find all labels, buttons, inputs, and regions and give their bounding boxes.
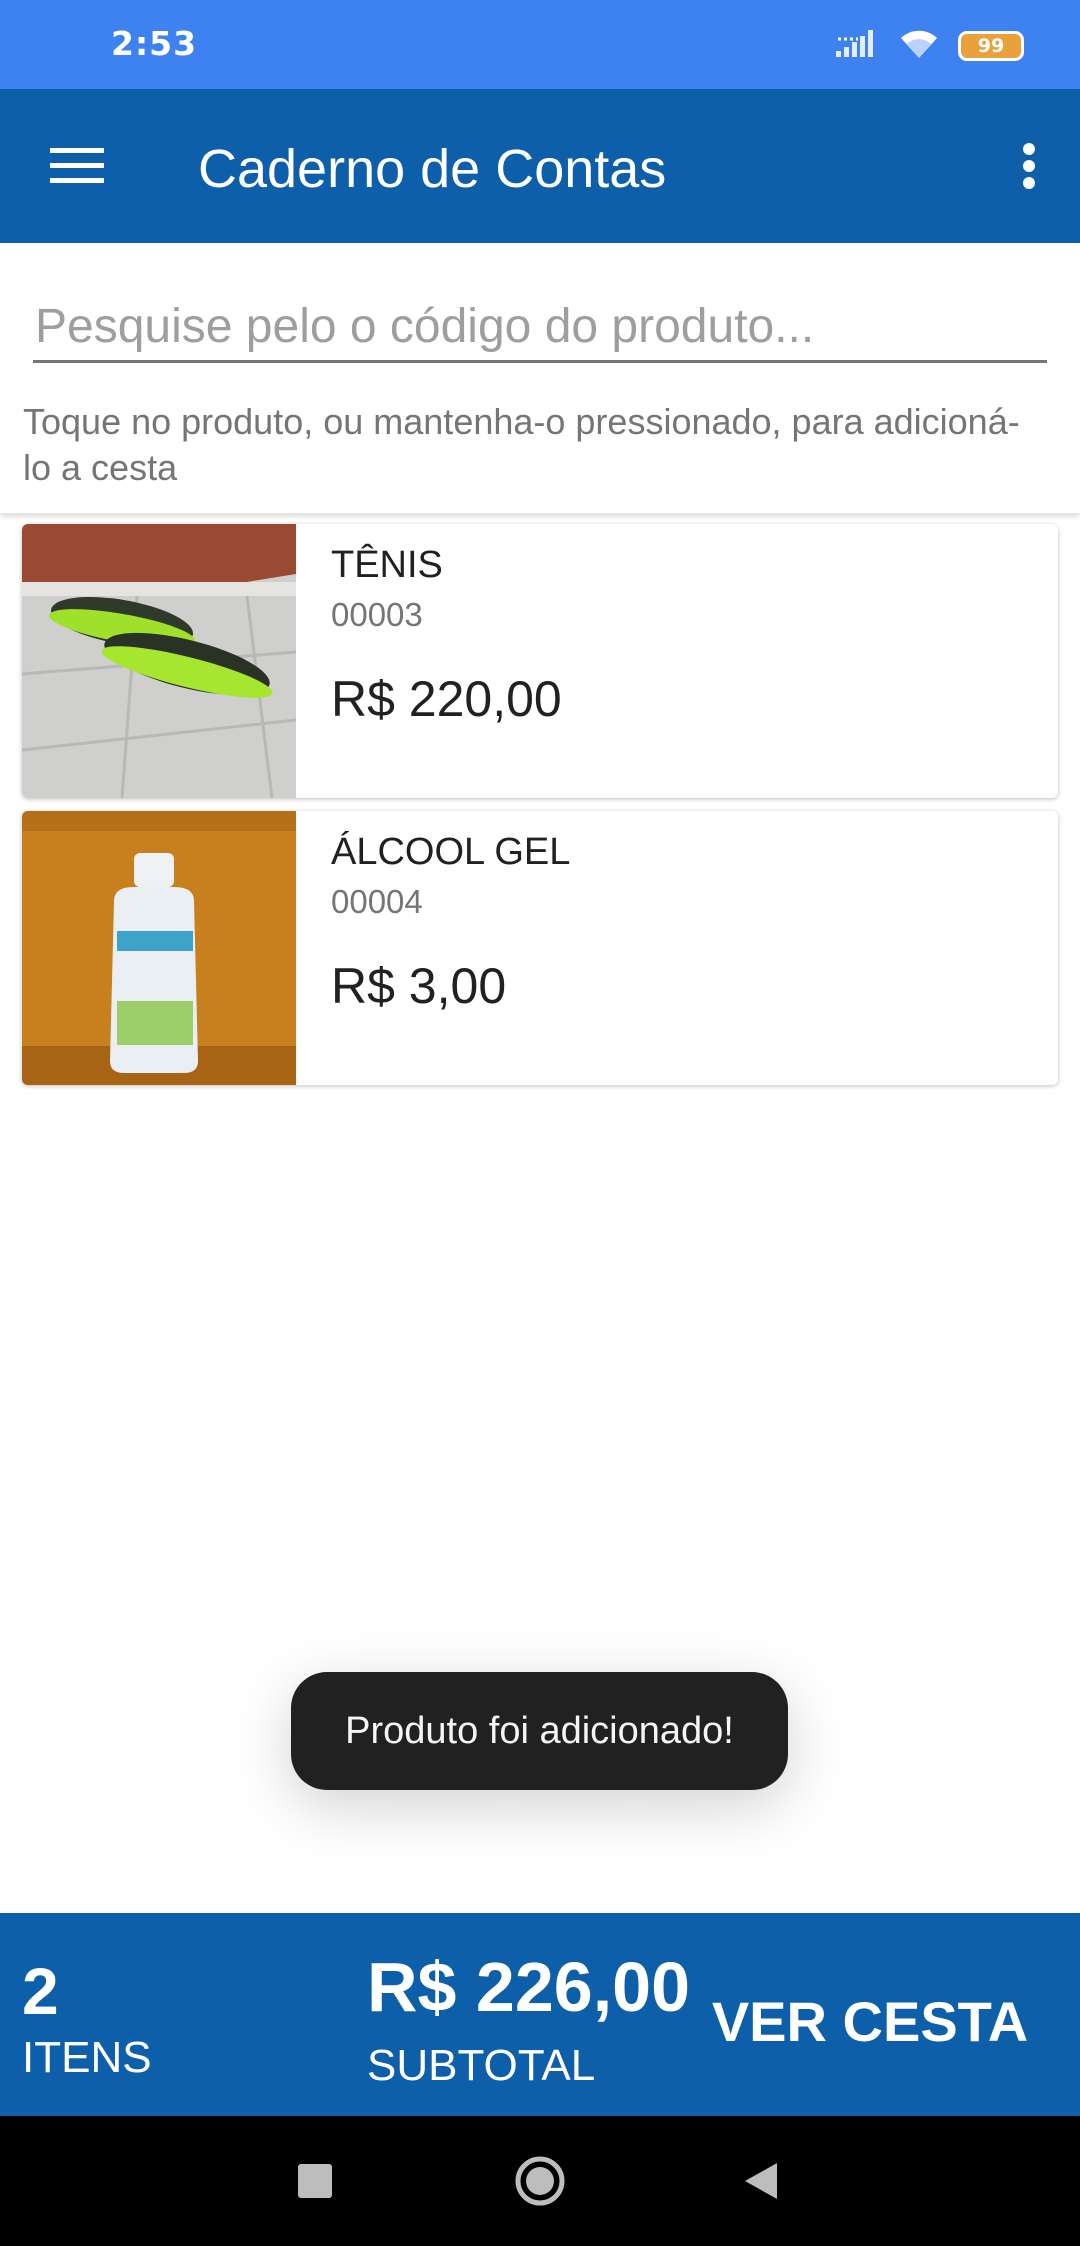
wifi-icon — [898, 28, 940, 65]
toast-message: Produto foi adicionado! — [291, 1672, 788, 1790]
product-code: 00004 — [331, 883, 423, 920]
hint-text: Toque no produto, ou mantenha-o pression… — [23, 401, 1020, 488]
app-bar: Caderno de Contas — [0, 89, 1080, 243]
status-icons: 99 — [836, 26, 1024, 66]
signal-icon — [836, 29, 880, 64]
product-price: R$ 3,00 — [331, 958, 507, 1014]
product-name: TÊNIS — [331, 544, 443, 586]
more-vert-icon[interactable] — [994, 131, 1064, 201]
cart-item-count-label: ITENS — [22, 2033, 152, 2082]
recents-icon[interactable] — [280, 2146, 350, 2216]
cart-item-count: 2 — [22, 1954, 59, 2028]
product-list: TÊNIS 00003 R$ 220,00 ÁLCOOL GEL 00004 R… — [22, 524, 1058, 1098]
cart-bar: 2 ITENS R$ 226,00 SUBTOTAL VER CESTA — [0, 1913, 1080, 2116]
sneakers-photo — [22, 524, 297, 798]
product-code: 00003 — [331, 596, 423, 633]
status-time: 2:53 — [111, 24, 198, 63]
navigation-bar — [0, 2116, 1080, 2246]
cart-subtotal: R$ 226,00 — [367, 1948, 691, 2026]
search-input[interactable] — [33, 293, 1047, 363]
product-name: ÁLCOOL GEL — [331, 831, 571, 873]
app-title: Caderno de Contas — [198, 139, 667, 199]
search-section: Toque no produto, ou mantenha-o pression… — [0, 243, 1080, 513]
home-icon[interactable] — [505, 2146, 575, 2216]
cart-subtotal-label: SUBTOTAL — [367, 2041, 596, 2090]
product-price: R$ 220,00 — [331, 671, 562, 727]
battery-level: 99 — [977, 35, 1005, 57]
status-bar: 2:53 99 — [0, 0, 1080, 89]
hamburger-menu-icon[interactable] — [44, 133, 110, 199]
battery-icon: 99 — [958, 31, 1024, 61]
product-card-alcool-gel[interactable]: ÁLCOOL GEL 00004 R$ 3,00 — [22, 811, 1058, 1085]
screen: 2:53 99 Caderno de Contas Pesquise pelo … — [0, 0, 1080, 2246]
hand-sanitizer-photo — [22, 811, 296, 1085]
product-card-tenis[interactable]: TÊNIS 00003 R$ 220,00 — [22, 524, 1058, 798]
view-cart-button[interactable]: VER CESTA — [700, 1977, 1040, 2067]
back-icon[interactable] — [726, 2146, 796, 2216]
